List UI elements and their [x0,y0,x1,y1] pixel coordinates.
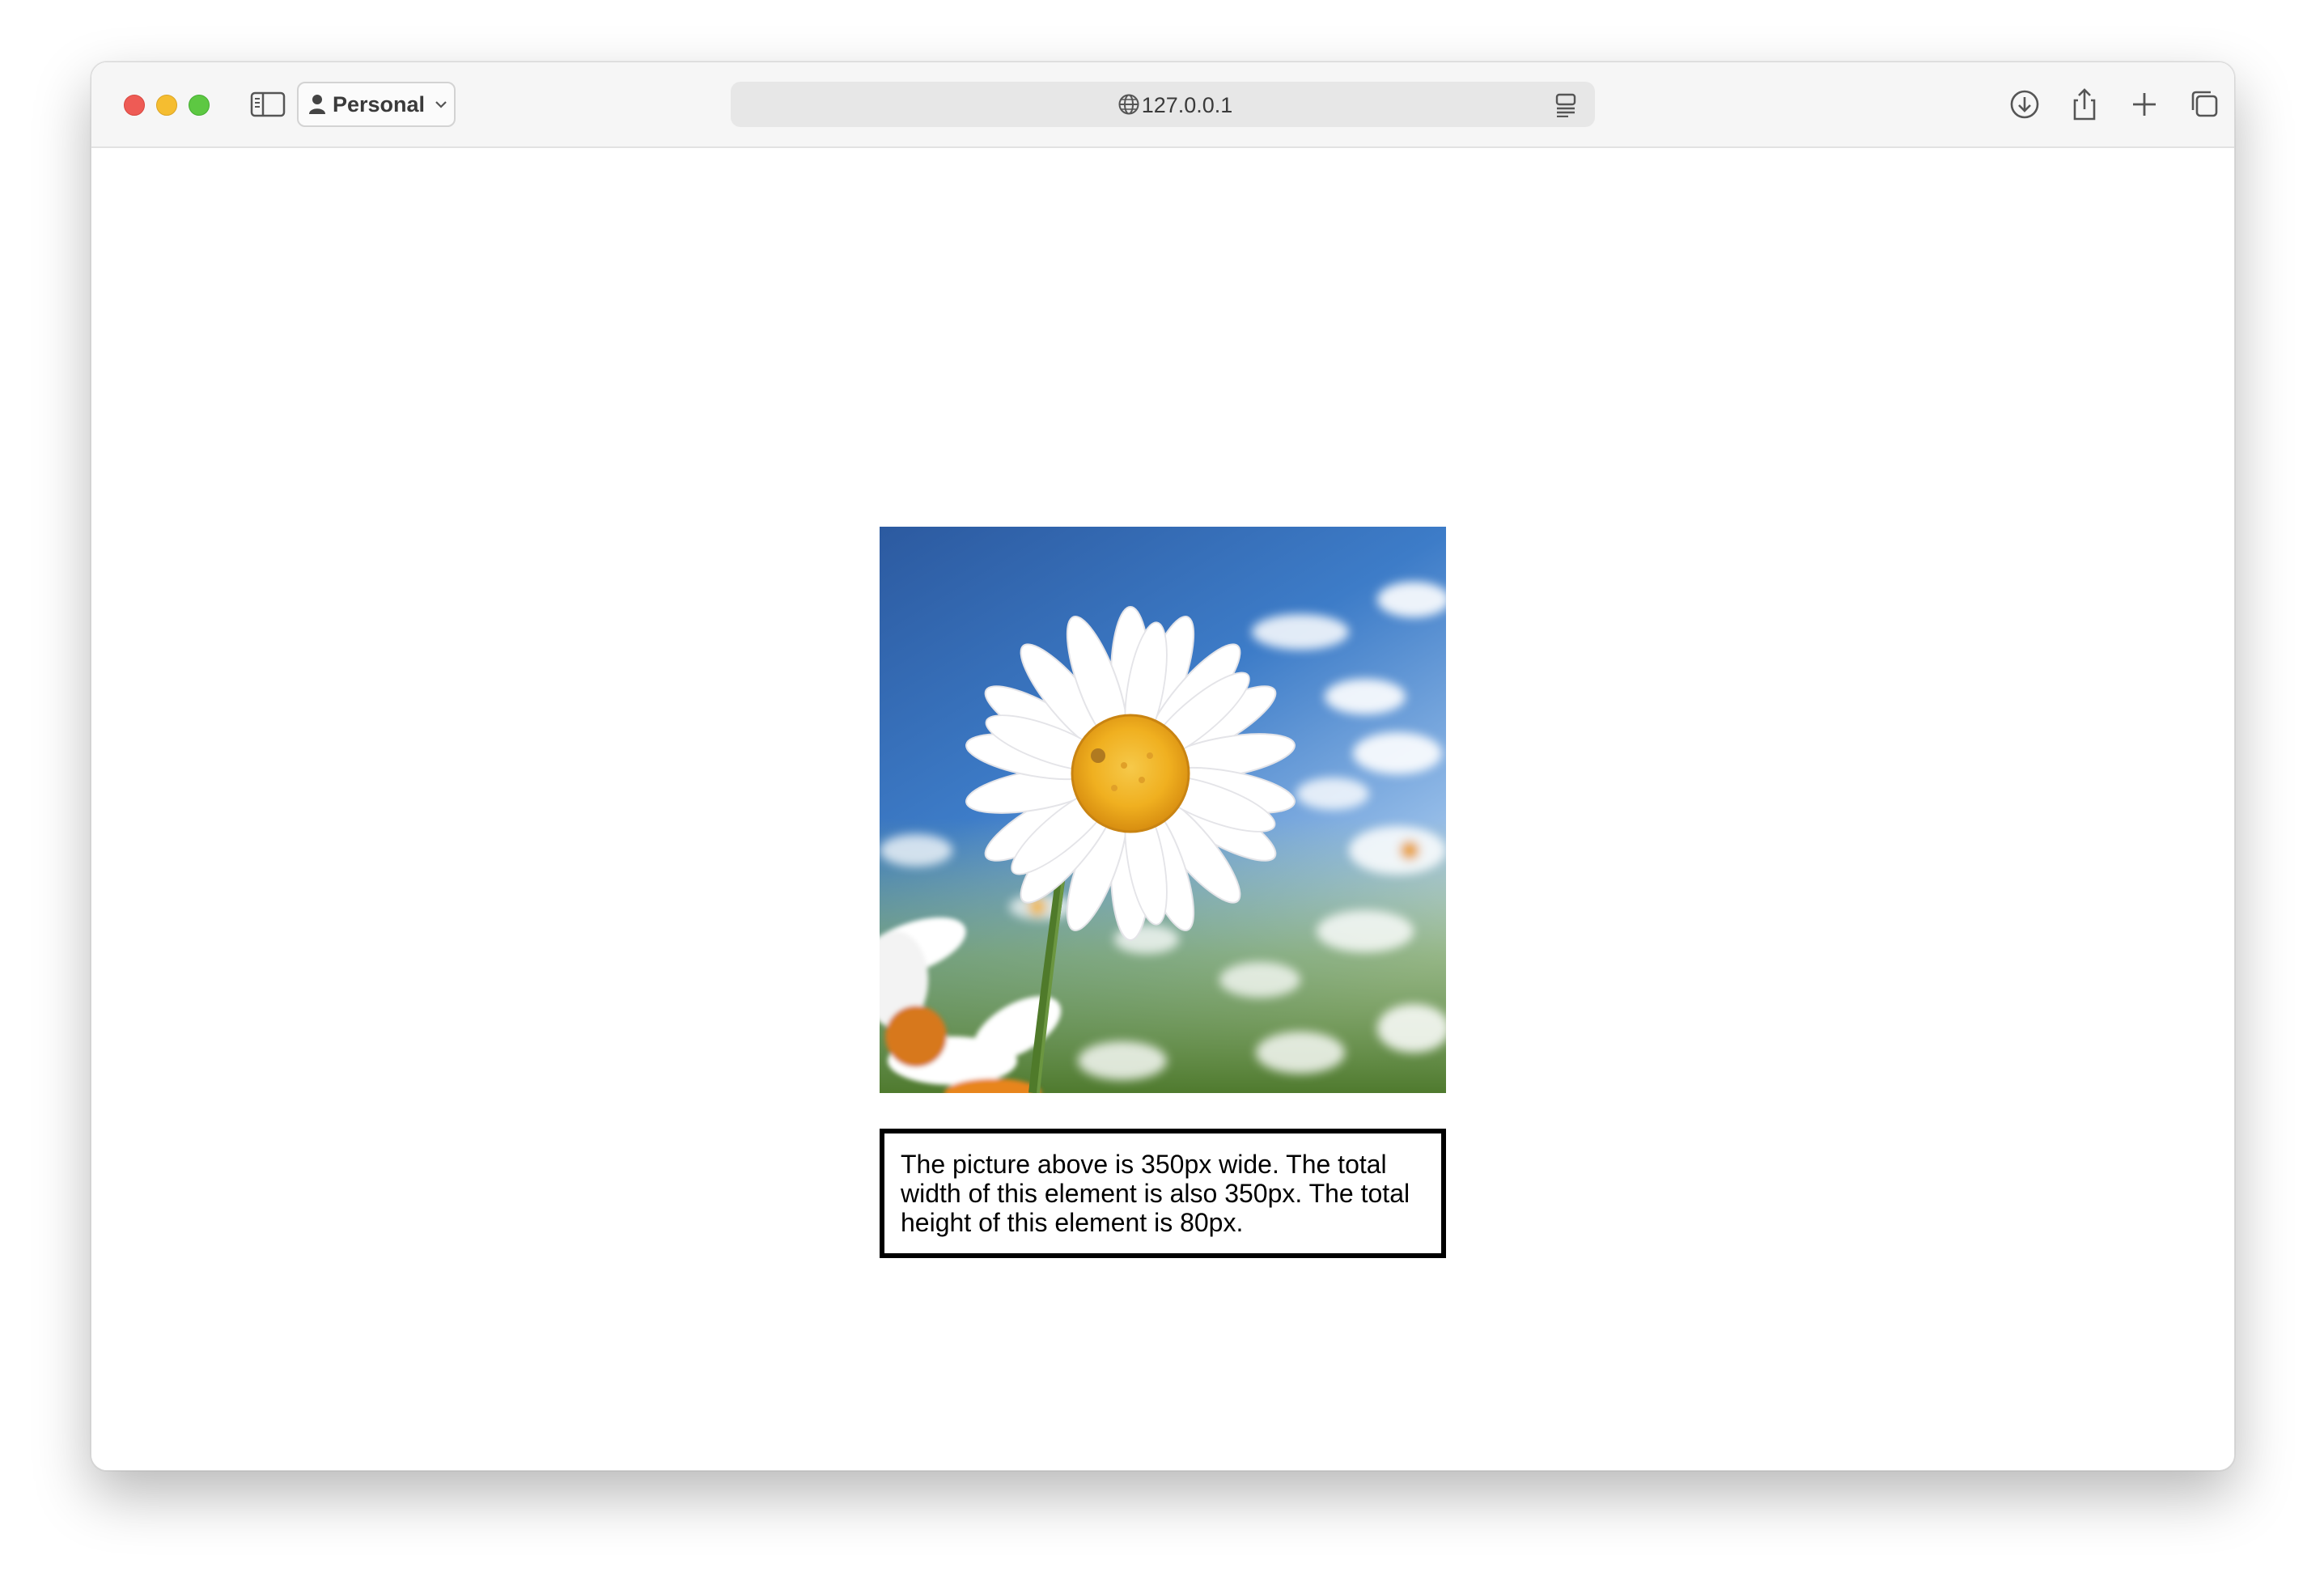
sidebar-icon[interactable] [250,91,286,117]
page-content: The picture above is 350px wide. The tot… [91,148,2234,1470]
reader-icon[interactable] [1554,93,1577,117]
share-icon[interactable] [2067,87,2101,122]
minimize-window-button[interactable] [156,95,177,116]
maximize-window-button[interactable] [189,95,210,116]
caption-box: The picture above is 350px wide. The tot… [880,1129,1446,1258]
close-window-button[interactable] [124,95,145,116]
plus-icon[interactable] [2127,87,2161,122]
download-icon[interactable] [2008,87,2042,122]
profile-label: Personal [333,91,426,117]
chevron-down-icon [435,101,447,108]
address-bar[interactable]: 127.0.0.1 [731,82,1595,127]
address-text: 127.0.0.1 [1141,93,1233,117]
tabs-overview-icon[interactable] [2187,87,2221,122]
daisy-photo [880,527,1446,1093]
browser-window: Personal 127.0.0.1 The picture above is … [91,61,2235,1471]
profile-button[interactable]: Personal [297,82,456,127]
browser-toolbar: Personal 127.0.0.1 [91,62,2234,148]
person-icon [309,95,325,114]
